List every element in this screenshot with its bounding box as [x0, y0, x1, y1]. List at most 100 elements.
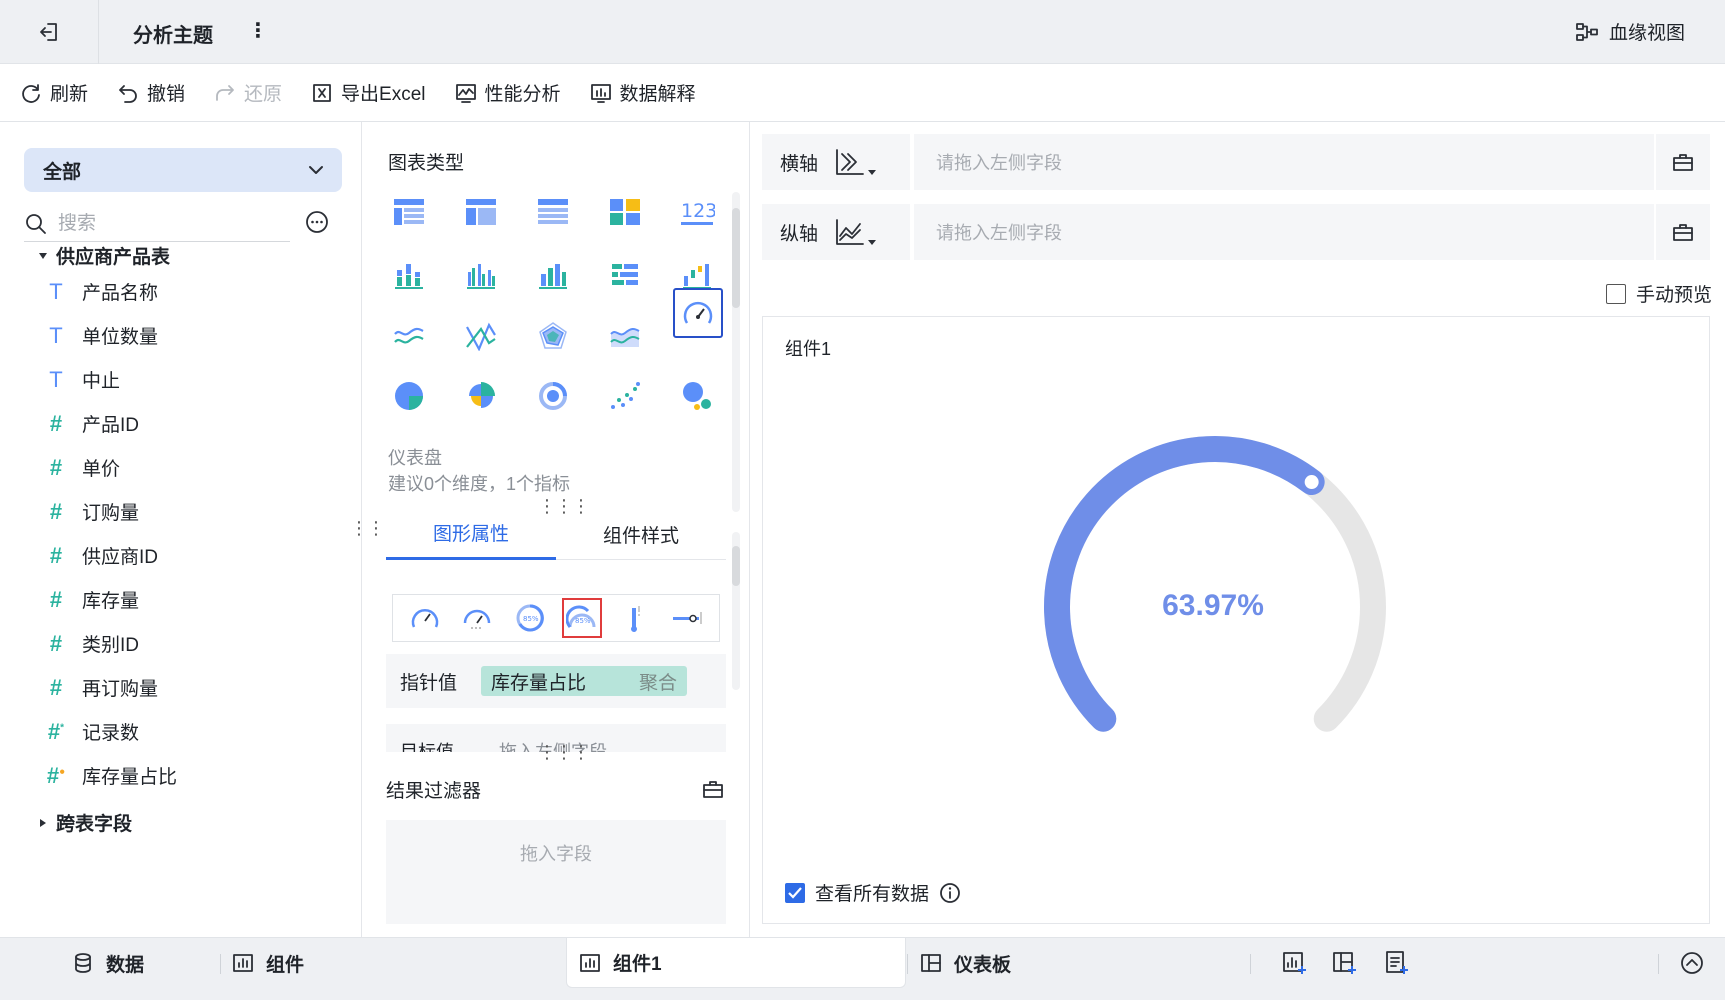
calculated-field-icon: #● [46, 762, 66, 788]
chart-type-card-icon[interactable] [601, 188, 649, 236]
field-item[interactable]: # 再订购量 [44, 674, 158, 701]
chart-type-scatter-icon[interactable] [601, 372, 649, 420]
field-item[interactable]: # 订购量 [44, 498, 139, 525]
gauge-value-text: 63.97% [1162, 589, 1264, 622]
data-tab[interactable]: 数据 [72, 938, 144, 988]
toolbox-icon[interactable] [1654, 134, 1710, 190]
property-scrollbar[interactable] [732, 532, 740, 690]
gauge-style-slider-icon[interactable] [667, 598, 707, 638]
field-panel: 全部 供应商产品表 T 产品名称 T 单位数量 T 中止 # 产品ID # 单价 # 订购量… [0, 122, 385, 937]
svg-text:85%: 85% [575, 617, 591, 625]
chart-type-rose-icon[interactable] [457, 372, 505, 420]
split-resize-handle-2[interactable]: ⋮⋮⋮ [538, 742, 590, 763]
cross-table-node[interactable]: 跨表字段 [38, 809, 132, 836]
undo-button[interactable]: 撤销 [117, 79, 185, 106]
title-more-button[interactable]: ⋮ [248, 18, 268, 43]
field-item[interactable]: #● 库存量占比 [44, 762, 177, 789]
chart-type-donut-icon[interactable] [529, 372, 577, 420]
filter-drop-zone[interactable]: 拖入字段 [386, 820, 726, 924]
chart-type-bar-icon[interactable] [529, 252, 577, 300]
field-item[interactable]: T 中止 [44, 366, 120, 393]
field-name: 供应商ID [82, 547, 159, 568]
chart-type-horizontal-bar-icon[interactable] [601, 252, 649, 300]
component-tab[interactable]: 组件 [232, 938, 304, 988]
chart-type-pie-icon[interactable] [385, 372, 433, 420]
chart-type-bubble-icon[interactable] [673, 372, 721, 420]
database-icon [72, 952, 94, 974]
divider [907, 954, 908, 974]
chart-type-kpi-icon[interactable]: 123 [673, 188, 721, 236]
field-item[interactable]: T 产品名称 [44, 278, 158, 305]
component-chart-icon [579, 952, 601, 974]
chart-type-pivot-icon[interactable] [457, 188, 505, 236]
chart-type-scrollbar[interactable] [732, 192, 740, 512]
gauge-style-ring-icon[interactable] [405, 598, 445, 638]
tab-component-style[interactable]: 组件样式 [556, 508, 726, 560]
field-item[interactable]: # 供应商ID [44, 542, 158, 569]
page-title: 分析主题 [133, 25, 213, 47]
dashboard-tab[interactable]: 仪表板 [920, 938, 1011, 988]
scope-select[interactable]: 全部 [24, 148, 342, 192]
search-input[interactable] [58, 212, 258, 235]
chart-type-radar-icon[interactable] [529, 312, 577, 360]
gauge-style-arc-icon[interactable]: 85% [562, 598, 603, 638]
field-item[interactable]: # 库存量 [44, 586, 139, 613]
chart-type-detail-table-icon[interactable] [529, 188, 577, 236]
add-component-icon[interactable] [1282, 938, 1308, 988]
chart-type-table-icon[interactable] [385, 188, 433, 236]
gauge-style-percent-ring-icon[interactable]: 85% [510, 598, 550, 638]
field-item[interactable]: #* 记录数 [44, 718, 139, 745]
more-options-icon[interactable] [305, 210, 329, 234]
toolbox-icon[interactable] [1654, 204, 1710, 260]
performance-analysis-button[interactable]: 性能分析 [455, 79, 561, 106]
gauge-style-thermometer-icon[interactable] [614, 598, 654, 638]
info-icon[interactable] [939, 882, 961, 904]
export-excel-button[interactable]: 导出Excel [311, 79, 426, 106]
exit-icon[interactable] [38, 20, 62, 44]
chart-type-area-icon[interactable] [601, 312, 649, 360]
x-axis-drop-zone[interactable]: 请拖入左侧字段 [914, 134, 1710, 190]
collapse-bar-icon[interactable] [1680, 938, 1704, 988]
caret-down-icon [38, 251, 48, 261]
chart-type-gauge-icon[interactable] [673, 288, 723, 338]
table-name: 供应商产品表 [56, 247, 171, 268]
number-field-icon: # [49, 674, 63, 700]
view-all-data-toggle[interactable]: 查看所有数据 [785, 879, 961, 906]
data-explain-button[interactable]: 数据解释 [590, 79, 696, 106]
lineage-view-button[interactable]: 血缘视图 [1575, 18, 1685, 45]
x-axis-placeholder: 请拖入左侧字段 [936, 153, 1062, 173]
field-item[interactable]: # 产品ID [44, 410, 139, 437]
pointer-field-chip[interactable]: 库存量占比 聚合 [481, 666, 688, 696]
x-axis-icon[interactable] [834, 148, 877, 176]
tab-shape-properties[interactable]: 图形属性 [386, 508, 556, 560]
field-item[interactable]: # 类别ID [44, 630, 139, 657]
component-chart-icon [232, 952, 254, 974]
field-name: 库存量占比 [82, 767, 178, 788]
component1-tab[interactable]: 组件1 [566, 938, 906, 988]
redo-button[interactable]: 还原 [214, 79, 282, 106]
toolbar: 刷新 撤销 还原 导出Excel 性能分析 数据解释 [0, 64, 1725, 122]
export-excel-label: 导出Excel [341, 84, 426, 105]
refresh-button[interactable]: 刷新 [20, 79, 88, 106]
manual-preview-toggle[interactable]: 手动预览 [1606, 280, 1712, 307]
scope-value: 全部 [43, 161, 82, 183]
view-all-checkbox[interactable] [785, 882, 805, 903]
component-tab-label: 组件 [266, 954, 305, 976]
toolbox-icon[interactable] [702, 778, 724, 800]
chart-type-stacked-bar-icon[interactable] [385, 252, 433, 300]
field-item[interactable]: T 单位数量 [44, 322, 158, 349]
manual-preview-checkbox[interactable] [1606, 283, 1626, 304]
chart-type-line-cross-icon[interactable] [457, 312, 505, 360]
table-node[interactable]: 供应商产品表 [38, 242, 170, 269]
add-dashboard-icon[interactable] [1332, 938, 1358, 988]
field-item[interactable]: # 单价 [44, 454, 120, 481]
chart-type-line-icon[interactable] [385, 312, 433, 360]
gauge-style-half-icon[interactable] [457, 598, 497, 638]
chart-type-grouped-bar-icon[interactable] [457, 252, 505, 300]
y-axis-icon[interactable] [834, 218, 877, 246]
x-axis-label: 横轴 [780, 153, 819, 175]
y-axis-drop-zone[interactable]: 请拖入左侧字段 [914, 204, 1710, 260]
y-axis-row: 纵轴 请拖入左侧字段 [762, 204, 1710, 260]
x-axis-row: 横轴 请拖入左侧字段 [762, 134, 1710, 190]
add-report-icon[interactable] [1384, 938, 1410, 988]
